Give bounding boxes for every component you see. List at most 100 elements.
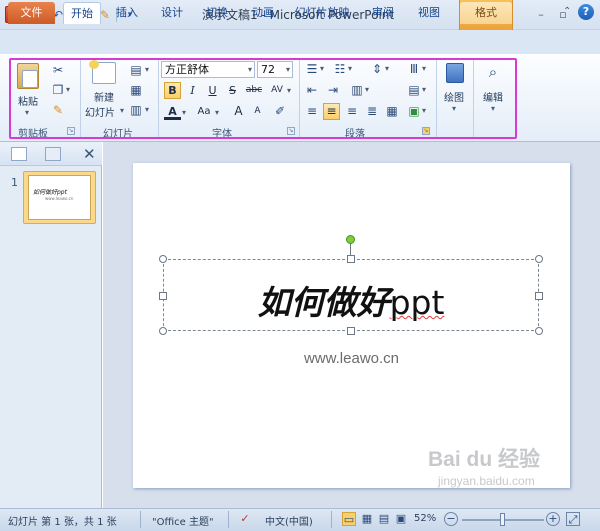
ribbon-tab-row bbox=[0, 30, 600, 54]
clipboard-launcher-icon[interactable]: ↘ bbox=[67, 127, 75, 135]
resize-handle-top-right[interactable] bbox=[535, 255, 543, 263]
section-icon[interactable]: ▥ bbox=[128, 102, 144, 118]
tab-file[interactable]: 文件 bbox=[8, 2, 55, 24]
font-name-dropdown-icon[interactable]: ▾ bbox=[248, 62, 252, 77]
font-color-dropdown-icon[interactable]: ▾ bbox=[182, 108, 186, 117]
resize-handle-top[interactable] bbox=[347, 255, 355, 263]
drawing-dropdown-icon[interactable]: ▾ bbox=[452, 104, 456, 113]
bullets-icon[interactable]: ☰ bbox=[304, 61, 320, 77]
cut-icon[interactable]: ✂ bbox=[50, 62, 66, 78]
text-direction-dropdown-icon[interactable]: ▾ bbox=[422, 64, 426, 73]
new-slide-label-line1[interactable]: 新建 bbox=[94, 89, 114, 104]
tab-slideshow[interactable]: 幻灯片放映 bbox=[290, 2, 354, 24]
zoom-level[interactable]: 52% bbox=[414, 513, 436, 524]
layout-dropdown-icon[interactable]: ▾ bbox=[145, 65, 149, 74]
distribute-icon[interactable]: ▦ bbox=[384, 103, 400, 119]
spell-check-icon[interactable]: ✓ bbox=[238, 512, 252, 526]
paste-button[interactable]: 粘贴 bbox=[18, 93, 38, 108]
clear-formatting-icon[interactable]: ✐ bbox=[272, 103, 288, 119]
slide-sorter-view-icon[interactable]: ▦ bbox=[360, 512, 374, 526]
smartart-icon[interactable]: ▣ bbox=[406, 103, 422, 119]
editing-button[interactable]: 编辑 bbox=[483, 89, 503, 104]
editing-dropdown-icon[interactable]: ▾ bbox=[491, 104, 495, 113]
font-name-combo[interactable]: 方正舒体 ▾ bbox=[161, 61, 255, 78]
panel-close-icon[interactable]: ✕ bbox=[83, 145, 96, 163]
underline-button[interactable]: U bbox=[204, 82, 221, 99]
resize-handle-bottom[interactable] bbox=[347, 327, 355, 335]
tab-insert[interactable]: 插入 bbox=[110, 2, 144, 24]
drawing-shapes-icon[interactable] bbox=[446, 63, 464, 83]
zoom-slider-thumb[interactable] bbox=[500, 513, 505, 526]
bullets-dropdown-icon[interactable]: ▾ bbox=[320, 64, 324, 73]
fit-to-window-icon[interactable]: ⤢ bbox=[566, 512, 580, 526]
paste-dropdown-icon[interactable]: ▾ bbox=[25, 108, 29, 117]
tab-review[interactable]: 审阅 bbox=[366, 2, 400, 24]
text-direction-icon[interactable]: Ⅲ bbox=[406, 61, 422, 77]
numbering-dropdown-icon[interactable]: ▾ bbox=[348, 64, 352, 73]
resize-handle-bottom-left[interactable] bbox=[159, 327, 167, 335]
align-center-icon[interactable]: ≡ bbox=[323, 103, 340, 120]
shrink-font-button[interactable]: A bbox=[249, 103, 266, 120]
resize-handle-top-left[interactable] bbox=[159, 255, 167, 263]
font-size-combo[interactable]: 72 ▾ bbox=[257, 61, 293, 78]
columns-dropdown-icon[interactable]: ▾ bbox=[365, 85, 369, 94]
tab-view[interactable]: 视图 bbox=[412, 2, 446, 24]
layout-icon[interactable]: ▤ bbox=[128, 62, 144, 78]
new-slide-dropdown-icon[interactable]: ▾ bbox=[120, 106, 124, 115]
find-binoculars-icon[interactable]: ⌕ bbox=[485, 64, 501, 80]
italic-button[interactable]: I bbox=[184, 82, 201, 99]
zoom-in-icon[interactable]: + bbox=[546, 512, 560, 526]
tab-outline-view[interactable] bbox=[45, 147, 61, 161]
increase-indent-icon[interactable]: ⇥ bbox=[325, 82, 341, 98]
slide-title[interactable]: 如何做好ppt bbox=[163, 276, 539, 324]
section-dropdown-icon[interactable]: ▾ bbox=[145, 105, 149, 114]
help-icon[interactable]: ? bbox=[578, 4, 594, 20]
language-status[interactable]: 中文(中国) bbox=[265, 513, 313, 528]
normal-view-icon[interactable]: ▭ bbox=[342, 512, 356, 526]
tab-format[interactable]: 格式 bbox=[460, 2, 512, 24]
reading-view-icon[interactable]: ▤ bbox=[377, 512, 391, 526]
minimize-button[interactable]: – bbox=[532, 7, 550, 23]
font-size-dropdown-icon[interactable]: ▾ bbox=[286, 62, 290, 77]
align-text-dropdown-icon[interactable]: ▾ bbox=[422, 85, 426, 94]
shadow-button[interactable]: S bbox=[224, 82, 241, 99]
smartart-dropdown-icon[interactable]: ▾ bbox=[422, 106, 426, 115]
zoom-out-icon[interactable]: − bbox=[444, 512, 458, 526]
font-color-button[interactable]: A bbox=[164, 103, 181, 120]
format-painter-icon[interactable]: ✎ bbox=[50, 102, 66, 118]
reset-icon[interactable]: ▦ bbox=[128, 82, 144, 98]
copy-icon[interactable]: ❐ bbox=[50, 82, 66, 98]
grow-font-button[interactable]: A bbox=[230, 103, 247, 120]
minimize-ribbon-icon[interactable]: ⌃ bbox=[563, 6, 571, 17]
align-text-icon[interactable]: ▤ bbox=[406, 82, 422, 98]
tab-transitions[interactable]: 切换 bbox=[200, 2, 234, 24]
tab-slides-view[interactable] bbox=[11, 147, 27, 161]
character-spacing-dropdown-icon[interactable]: ▾ bbox=[287, 86, 291, 95]
bold-button[interactable]: B bbox=[164, 82, 181, 99]
rotation-handle[interactable] bbox=[346, 235, 355, 244]
justify-icon[interactable]: ≣ bbox=[364, 103, 380, 119]
line-spacing-dropdown-icon[interactable]: ▾ bbox=[385, 64, 389, 73]
drawing-button[interactable]: 绘图 bbox=[444, 89, 464, 104]
paragraph-launcher-icon[interactable]: ↘ bbox=[422, 127, 430, 135]
tab-design[interactable]: 设计 bbox=[155, 2, 189, 24]
new-slide-label-line2[interactable]: 幻灯片 bbox=[85, 104, 115, 119]
align-left-icon[interactable]: ≡ bbox=[304, 103, 320, 119]
font-launcher-icon[interactable]: ↘ bbox=[287, 127, 295, 135]
tab-animations[interactable]: 动画 bbox=[246, 2, 280, 24]
decrease-indent-icon[interactable]: ⇤ bbox=[304, 82, 320, 98]
strikethrough-button[interactable]: abc bbox=[244, 82, 264, 99]
resize-handle-bottom-right[interactable] bbox=[535, 327, 543, 335]
columns-icon[interactable]: ▥ bbox=[349, 82, 365, 98]
theme-status[interactable]: "Office 主题" bbox=[152, 513, 214, 528]
change-case-button[interactable]: Aa bbox=[193, 103, 215, 120]
line-spacing-icon[interactable]: ⇕ bbox=[369, 61, 385, 77]
tab-home[interactable]: 开始 bbox=[63, 2, 101, 24]
slideshow-view-icon[interactable]: ▣ bbox=[394, 512, 408, 526]
character-spacing-button[interactable]: AV bbox=[267, 82, 287, 99]
numbering-icon[interactable]: ☷ bbox=[332, 61, 348, 77]
align-right-icon[interactable]: ≡ bbox=[344, 103, 360, 119]
change-case-dropdown-icon[interactable]: ▾ bbox=[215, 108, 219, 117]
copy-dropdown-icon[interactable]: ▾ bbox=[66, 85, 70, 94]
slide-subtitle[interactable]: www.leawo.cn bbox=[133, 350, 570, 367]
